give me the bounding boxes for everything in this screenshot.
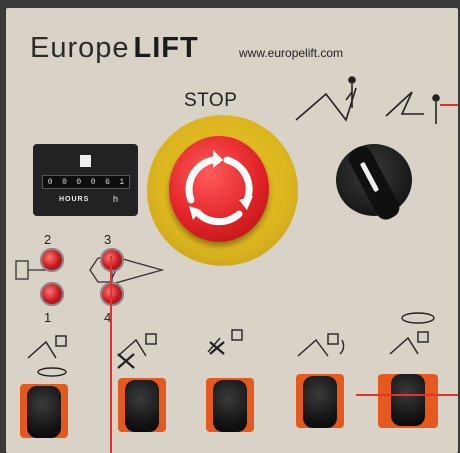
annotation-line xyxy=(110,256,112,453)
indicator-lamp-2 xyxy=(40,248,64,272)
lamp-number-1: 1 xyxy=(44,310,52,325)
jib-toggle-switch[interactable] xyxy=(213,380,247,432)
jib-tilt-icon xyxy=(297,333,345,357)
jib-tilt-toggle-switch[interactable] xyxy=(303,376,337,428)
platform-rotation-toggle-switch[interactable] xyxy=(391,374,425,426)
rotation-toggle-switch[interactable] xyxy=(27,386,61,438)
platform-mode-icon xyxy=(385,91,440,124)
lamp-number-3: 3 xyxy=(104,232,112,247)
jib-disabled-icon xyxy=(207,329,243,355)
annotation-line xyxy=(356,394,458,396)
indicator-lamp-3 xyxy=(100,248,124,272)
mast-up-icon xyxy=(295,76,357,122)
platform-rotate-icon xyxy=(389,312,435,355)
lamp-number-2: 2 xyxy=(44,232,52,247)
indicator-lamp-1 xyxy=(40,282,64,306)
boom-toggle-switch[interactable] xyxy=(125,380,159,432)
indicator-lamp-4 xyxy=(100,282,124,306)
control-panel: Europe LIFT www.europelift.com STOP 0 0 0… xyxy=(6,8,458,453)
rotate-icon xyxy=(27,335,67,377)
boom-disabled-icon xyxy=(117,333,157,369)
annotation-line xyxy=(440,104,458,106)
machine-outline-icon xyxy=(15,255,165,285)
